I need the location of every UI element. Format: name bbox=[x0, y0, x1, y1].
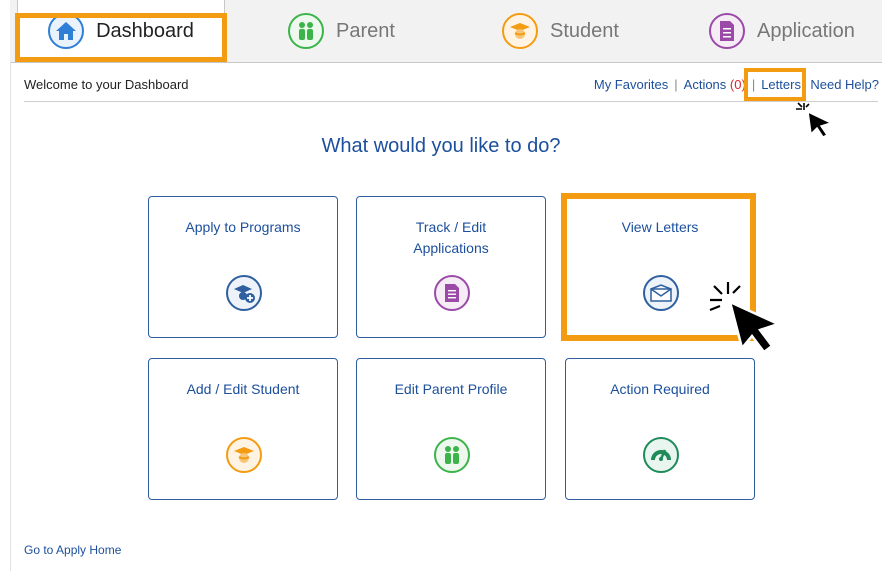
card-title-line: Edit Parent Profile bbox=[394, 381, 508, 397]
card-title-line: Track / Edit bbox=[415, 219, 487, 235]
card-title: Apply to Programs bbox=[149, 217, 337, 238]
card-title-line: Applications bbox=[413, 240, 489, 256]
add-student-card[interactable]: Add / Edit Student bbox=[148, 358, 338, 500]
actions-link[interactable]: Actions (0) bbox=[684, 77, 746, 92]
card-title: Action Required bbox=[566, 379, 754, 400]
tab-label: Dashboard bbox=[96, 19, 194, 42]
card-title-line: Add / Edit Student bbox=[186, 381, 300, 397]
need-help-link[interactable]: Need Help? bbox=[810, 77, 879, 92]
home-icon bbox=[48, 13, 85, 49]
card-title-line: Apply to Programs bbox=[185, 219, 301, 235]
track-applications-card[interactable]: Track / Edit Applications bbox=[356, 196, 546, 338]
edit-parent-card[interactable]: Edit Parent Profile bbox=[356, 358, 546, 500]
go-to-apply-home-link[interactable]: Go to Apply Home bbox=[24, 543, 121, 557]
envelope-icon bbox=[643, 275, 679, 311]
header-links: My Favorites | Actions (0) | Letters | N… bbox=[594, 77, 879, 92]
action-required-card[interactable]: Action Required bbox=[565, 358, 755, 500]
card-title: Track / Edit Applications bbox=[357, 217, 545, 259]
actions-label: Actions bbox=[683, 77, 727, 92]
parent-icon bbox=[434, 437, 470, 473]
tab-label: Parent bbox=[336, 19, 395, 42]
card-title-line: View Letters bbox=[621, 219, 699, 235]
tab-label: Application bbox=[757, 19, 855, 42]
my-favorites-link[interactable]: My Favorites bbox=[594, 77, 668, 92]
gauge-icon bbox=[643, 437, 679, 473]
small-cursor-icon bbox=[796, 102, 834, 138]
tab-dashboard[interactable]: Dashboard bbox=[17, 0, 225, 62]
actions-count: (0) bbox=[729, 77, 746, 92]
letters-link[interactable]: Letters bbox=[761, 77, 801, 92]
apply-programs-icon bbox=[226, 275, 262, 311]
parent-icon bbox=[288, 13, 324, 49]
tab-parent[interactable]: Parent bbox=[288, 0, 395, 62]
header-divider bbox=[24, 101, 878, 102]
welcome-text: Welcome to your Dashboard bbox=[24, 77, 189, 92]
card-title: Edit Parent Profile bbox=[357, 379, 545, 400]
application-icon bbox=[709, 13, 745, 49]
link-separator: | bbox=[674, 77, 678, 92]
apply-programs-card[interactable]: Apply to Programs bbox=[148, 196, 338, 338]
card-title-line: Action Required bbox=[610, 381, 710, 397]
link-separator: | bbox=[751, 77, 756, 92]
tab-application[interactable]: Application bbox=[709, 0, 855, 62]
tab-student[interactable]: Student bbox=[502, 0, 619, 62]
tab-label: Student bbox=[550, 19, 619, 42]
card-title: Add / Edit Student bbox=[149, 379, 337, 400]
student-icon bbox=[226, 437, 262, 473]
link-separator: | bbox=[804, 77, 807, 92]
document-icon bbox=[434, 275, 470, 311]
page-heading: What would you like to do? bbox=[321, 135, 561, 157]
large-cursor-icon bbox=[709, 282, 782, 354]
card-title: View Letters bbox=[566, 217, 754, 238]
student-icon bbox=[502, 13, 538, 49]
